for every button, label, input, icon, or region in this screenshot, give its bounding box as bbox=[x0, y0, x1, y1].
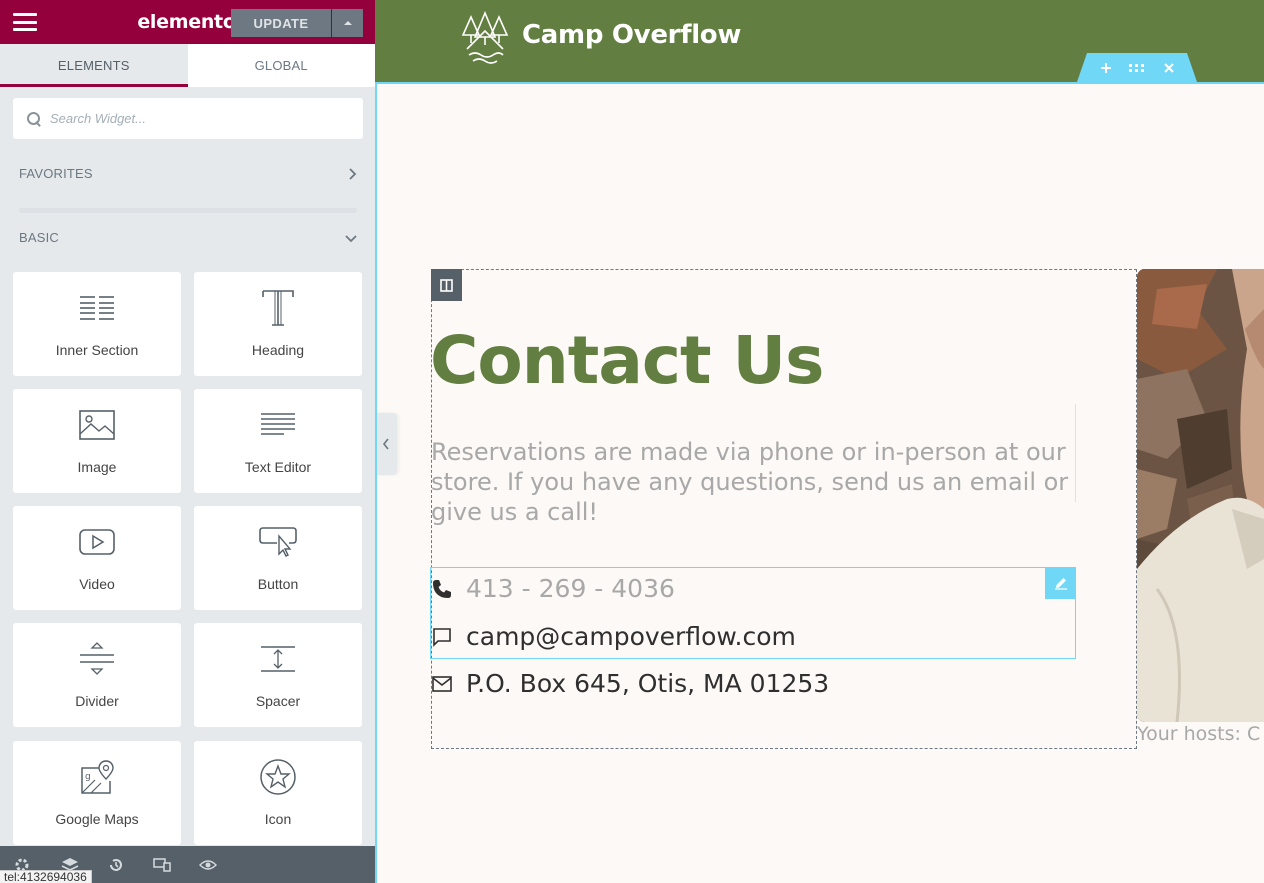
intro-divider bbox=[1075, 404, 1076, 502]
widget-icon[interactable]: Icon bbox=[194, 741, 362, 845]
widget-label: Heading bbox=[251, 342, 305, 358]
camp-logo-icon[interactable] bbox=[461, 11, 509, 65]
category-label: FAVORITES bbox=[19, 166, 93, 181]
widget-label: Video bbox=[79, 576, 115, 592]
heading-icon bbox=[262, 290, 294, 326]
inner-section-icon bbox=[80, 296, 114, 320]
category-favorites[interactable]: FAVORITES bbox=[19, 166, 357, 181]
pencil-icon bbox=[1054, 578, 1067, 590]
contact-email-text: camp@campoverflow.com bbox=[466, 622, 796, 651]
video-icon bbox=[79, 529, 115, 555]
responsive-mode-icon[interactable] bbox=[150, 846, 174, 883]
update-options-button[interactable] bbox=[332, 9, 363, 37]
widget-heading[interactable]: Heading bbox=[194, 272, 362, 376]
contact-phone-item[interactable]: 413 - 269 - 4036 bbox=[430, 574, 675, 603]
widget-label: Button bbox=[257, 576, 299, 592]
widget-label: Google Maps bbox=[55, 811, 139, 827]
caret-up-icon bbox=[343, 21, 352, 25]
category-basic[interactable]: BASIC bbox=[19, 230, 357, 245]
widget-label: Text Editor bbox=[244, 459, 312, 475]
chevron-down-icon bbox=[345, 234, 357, 242]
chat-bubble-icon bbox=[430, 625, 454, 649]
widget-text-editor[interactable]: Text Editor bbox=[194, 389, 362, 493]
contact-intro-text[interactable]: Reservations are made via phone or in-pe… bbox=[431, 437, 1071, 527]
status-bar-url: tel:4132694036 bbox=[0, 870, 92, 883]
drag-section-button[interactable] bbox=[1127, 59, 1147, 76]
widget-label: Spacer bbox=[255, 693, 301, 709]
category-divider bbox=[19, 208, 357, 213]
panel-tabs: ELEMENTS GLOBAL bbox=[0, 44, 375, 87]
phone-icon bbox=[430, 577, 454, 601]
contact-phone-text: 413 - 269 - 4036 bbox=[466, 574, 675, 603]
hosts-caption: Your hosts: C bbox=[1137, 723, 1261, 745]
google-maps-icon: g bbox=[81, 760, 114, 794]
widget-label: Icon bbox=[264, 811, 292, 827]
site-title[interactable]: Camp Overflow bbox=[522, 20, 741, 50]
text-editor-icon bbox=[261, 413, 295, 435]
contact-address-item[interactable]: P.O. Box 645, Otis, MA 01253 bbox=[430, 669, 829, 698]
chevron-right-icon bbox=[349, 167, 357, 180]
delete-section-button[interactable] bbox=[1159, 59, 1179, 76]
envelope-icon bbox=[430, 672, 454, 696]
star-icon bbox=[260, 759, 296, 795]
menu-icon[interactable] bbox=[13, 13, 37, 31]
history-icon[interactable] bbox=[104, 846, 128, 883]
add-section-button[interactable] bbox=[1096, 59, 1116, 76]
button-icon bbox=[259, 527, 297, 557]
widget-video[interactable]: Video bbox=[13, 506, 181, 610]
contact-heading[interactable]: Contact Us bbox=[430, 322, 824, 399]
spacer-icon bbox=[261, 646, 295, 672]
widget-google-maps[interactable]: g Google Maps bbox=[13, 741, 181, 845]
divider-icon bbox=[80, 642, 114, 675]
section-handle bbox=[1077, 53, 1197, 82]
widget-divider[interactable]: Divider bbox=[13, 623, 181, 727]
widget-inner-section[interactable]: Inner Section bbox=[13, 272, 181, 376]
editor-panel: elementor ELEMENTS GLOBAL FAVORITES BASI… bbox=[0, 0, 375, 883]
edit-widget-button[interactable] bbox=[1045, 567, 1076, 599]
preview-eye-icon[interactable] bbox=[196, 846, 220, 883]
search-icon bbox=[27, 111, 41, 126]
page-preview: Camp Overflow Contact Us Reservations ar… bbox=[375, 0, 1264, 883]
svg-text:g: g bbox=[85, 772, 91, 782]
close-icon bbox=[1164, 62, 1174, 73]
widget-label: Inner Section bbox=[55, 342, 139, 358]
plus-icon bbox=[1101, 62, 1111, 73]
widget-label: Divider bbox=[75, 693, 119, 709]
widget-button[interactable]: Button bbox=[194, 506, 362, 610]
contact-address-text: P.O. Box 645, Otis, MA 01253 bbox=[466, 669, 830, 698]
edit-column-button[interactable] bbox=[431, 269, 462, 301]
tab-elements[interactable]: ELEMENTS bbox=[0, 44, 188, 87]
widget-spacer[interactable]: Spacer bbox=[194, 623, 362, 727]
hosts-photo[interactable] bbox=[1137, 269, 1264, 722]
column-icon bbox=[440, 278, 453, 292]
widget-image[interactable]: Image bbox=[13, 389, 181, 493]
search-input[interactable] bbox=[50, 111, 350, 126]
update-button[interactable]: UPDATE bbox=[231, 9, 331, 37]
image-icon bbox=[79, 410, 115, 440]
category-label: BASIC bbox=[19, 230, 60, 245]
tab-global[interactable]: GLOBAL bbox=[188, 44, 376, 87]
drag-handle-icon bbox=[1129, 63, 1144, 72]
widget-label: Image bbox=[77, 459, 117, 475]
contact-email-item[interactable]: camp@campoverflow.com bbox=[430, 622, 796, 651]
widget-search bbox=[13, 98, 363, 139]
elementor-logo: elementor bbox=[137, 11, 245, 33]
